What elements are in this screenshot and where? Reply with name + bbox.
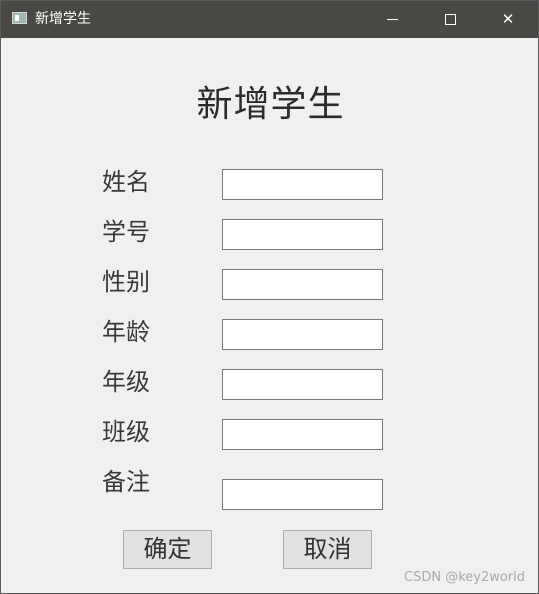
- cancel-button[interactable]: 取消: [283, 530, 372, 569]
- window-title: 新增学生: [35, 11, 91, 27]
- remark-input[interactable]: [222, 479, 383, 510]
- app-window-icon: [12, 12, 27, 24]
- class-label: 班级: [102, 418, 150, 446]
- grade-label: 年级: [102, 368, 150, 396]
- remark-label: 备注: [102, 468, 150, 496]
- name-label: 姓名: [102, 168, 150, 196]
- watermark: CSDN @key2world: [404, 570, 526, 585]
- gender-input[interactable]: [222, 269, 383, 300]
- name-input[interactable]: [222, 169, 383, 200]
- maximize-button[interactable]: [421, 1, 479, 38]
- age-input[interactable]: [222, 319, 383, 350]
- grade-input[interactable]: [222, 369, 383, 400]
- minimize-button[interactable]: [363, 1, 421, 38]
- maximize-icon: [444, 14, 456, 25]
- form-heading: 新增学生: [196, 84, 345, 125]
- gender-label: 性别: [102, 268, 150, 296]
- close-button[interactable]: ✕: [479, 1, 537, 38]
- minimize-icon: [386, 19, 398, 20]
- age-label: 年龄: [102, 318, 150, 346]
- student-id-label: 学号: [102, 218, 150, 246]
- close-icon: ✕: [501, 10, 515, 28]
- class-input[interactable]: [222, 419, 383, 450]
- title-bar[interactable]: 新增学生 ✕: [1, 1, 538, 38]
- add-student-window: 新增学生 ✕ 新增学生 姓名 学号 性别 年龄 年级 班级 备注 确定 取消 C…: [0, 0, 539, 594]
- confirm-button[interactable]: 确定: [123, 530, 212, 569]
- student-id-input[interactable]: [222, 219, 383, 250]
